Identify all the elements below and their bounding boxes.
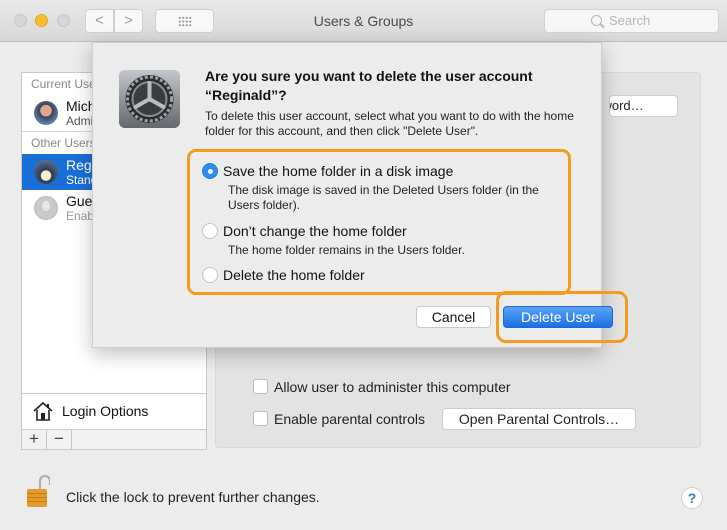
title-bar: < > Users & Groups Search <box>0 0 727 42</box>
dialog-message: To delete this user account, select what… <box>205 109 574 138</box>
radio-dont-change[interactable] <box>202 223 218 239</box>
add-remove-bar: + − <box>21 430 207 450</box>
avatar <box>34 160 58 184</box>
radio-delete-home-folder[interactable] <box>202 267 218 283</box>
help-button[interactable]: ? <box>681 487 703 509</box>
radio-save-disk-image[interactable] <box>202 163 218 179</box>
remove-user-button[interactable]: − <box>47 430 72 449</box>
avatar <box>34 101 58 125</box>
add-user-button[interactable]: + <box>22 430 47 449</box>
generic-user-icon <box>34 196 58 220</box>
option-dont-change-description: The home folder remains in the Users fol… <box>228 243 465 257</box>
cancel-button[interactable]: Cancel <box>416 306 491 328</box>
option-delete-home-folder-label: Delete the home folder <box>223 267 365 283</box>
option-dont-change-label: Don’t change the home folder <box>223 223 407 239</box>
open-parental-controls-button[interactable]: Open Parental Controls… <box>442 408 636 430</box>
allow-admin-checkbox[interactable] <box>253 379 268 394</box>
search-input[interactable]: Search <box>544 9 719 33</box>
search-placeholder: Search <box>609 13 651 28</box>
reset-password-label: Reset Password… <box>610 98 644 113</box>
lock-message: Click the lock to prevent further change… <box>66 489 320 505</box>
login-options-label: Login Options <box>62 403 149 419</box>
parental-controls-label: Enable parental controls <box>274 411 425 427</box>
login-options-item[interactable]: Login Options <box>22 393 206 430</box>
delete-user-button[interactable]: Delete User <box>503 306 613 328</box>
delete-user-dialog: Are you sure you want to delete the user… <box>92 42 628 348</box>
unlocked-lock-icon[interactable] <box>26 474 50 508</box>
dialog-title: Are you sure you want to delete the user… <box>205 68 533 103</box>
system-preferences-gear-icon <box>119 70 180 128</box>
option-save-disk-image-description: The disk image is saved in the Deleted U… <box>228 183 539 212</box>
reset-password-button[interactable]: Reset Password… <box>609 95 678 117</box>
search-icon <box>591 15 602 26</box>
parental-controls-checkbox[interactable] <box>253 411 268 426</box>
allow-admin-label: Allow user to administer this computer <box>274 379 511 395</box>
house-icon <box>33 401 53 421</box>
option-save-disk-image-label: Save the home folder in a disk image <box>223 163 454 179</box>
